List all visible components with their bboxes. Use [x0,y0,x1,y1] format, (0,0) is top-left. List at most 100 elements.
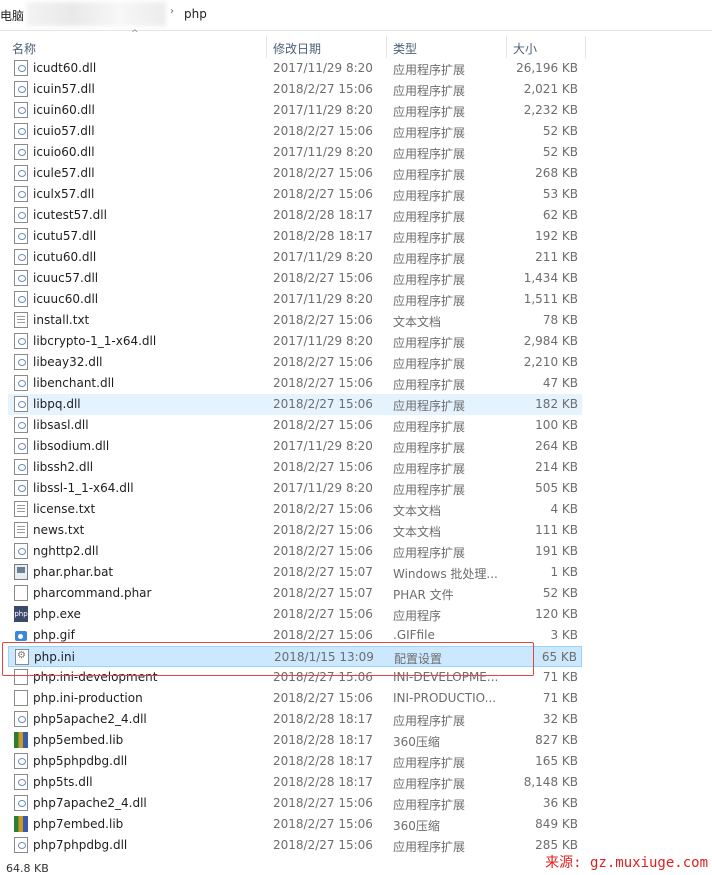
file-row[interactable]: nghttp2.dll 2018/2/27 15:06 应用程序扩展 191 KB [8,541,582,562]
file-name: license.txt [33,502,96,516]
dll-file-icon [14,102,28,118]
file-size: 3 KB [550,628,578,642]
column-type[interactable]: 类型 [393,40,417,57]
file-row[interactable]: libenchant.dll 2018/2/27 15:06 应用程序扩展 47 KB [8,373,582,394]
file-type: INI-PRODUCTIO... [393,691,497,705]
file-row[interactable]: libssh2.dll 2018/2/27 15:06 应用程序扩展 214 KB [8,457,582,478]
file-size: 78 KB [542,313,578,327]
text-file-icon [14,312,28,328]
column-divider[interactable] [585,36,586,58]
file-size: 4 KB [550,502,578,516]
file-type: 应用程序扩展 [393,483,466,497]
file-row[interactable]: icule57.dll 2018/2/27 15:06 应用程序扩展 268 KB [8,163,582,184]
file-name: php5phpdbg.dll [33,754,128,768]
file-type: 应用程序扩展 [393,840,466,854]
file-row[interactable]: php7phpdbg.dll 2018/2/27 15:06 应用程序扩展 285 K… [8,835,582,856]
chevron-right-icon[interactable]: › [170,6,174,17]
file-row[interactable]: icutest57.dll 2018/2/28 18:17 应用程序扩展 62 KB [8,205,582,226]
file-row[interactable]: php7embed.lib 2018/2/27 15:06 360压缩 849 KB [8,814,582,835]
column-name[interactable]: 名称 [12,40,36,57]
file-row[interactable]: install.txt 2018/2/27 15:06 文本文档 78 KB [8,310,582,331]
file-row[interactable]: php5phpdbg.dll 2018/2/28 18:17 应用程序扩展 165 K… [8,751,582,772]
file-type: 应用程序扩展 [393,210,466,224]
file-row[interactable]: phar.phar.bat 2018/2/27 15:07 Windows 批处理.… [8,562,582,583]
file-size: 214 KB [535,460,578,474]
file-date: 2017/11/29 8:20 [273,61,373,75]
file-row[interactable]: php7apache2_4.dll 2018/2/27 15:06 应用程序扩展 36… [8,793,582,814]
file-type: PHAR 文件 [393,588,454,602]
file-row[interactable]: icutu57.dll 2018/2/28 18:17 应用程序扩展 192 KB [8,226,582,247]
file-row[interactable]: icuuc60.dll 2017/11/29 8:20 应用程序扩展 1,511 KB [8,289,582,310]
column-divider[interactable] [386,36,387,58]
file-row[interactable]: icuin60.dll 2017/11/29 8:20 应用程序扩展 2,232 KB [8,100,582,121]
file-row[interactable]: icudt60.dll 2017/11/29 8:20 应用程序扩展 26,196 K… [8,58,582,79]
column-header: 名称 修改日期 类型 大小 [0,36,712,58]
file-size: 268 KB [535,166,578,180]
file-date: 2018/2/27 15:06 [273,376,373,390]
file-row[interactable]: php5embed.lib 2018/2/28 18:17 360压缩 827 KB [8,730,582,751]
text-file-icon [14,501,28,517]
file-row[interactable]: pharcommand.phar 2018/2/27 15:07 PHAR 文件 52… [8,583,582,604]
column-divider[interactable] [266,36,267,58]
address-bar[interactable]: 电脑 › php [0,0,712,31]
file-size: 1 KB [550,565,578,579]
file-row[interactable]: icutu60.dll 2017/11/29 8:20 应用程序扩展 211 KB [8,247,582,268]
column-date[interactable]: 修改日期 [273,40,321,57]
file-date: 2018/2/27 15:06 [273,628,373,642]
file-type: 文本文档 [393,504,442,518]
file-row[interactable]: icuio57.dll 2018/2/27 15:06 应用程序扩展 52 KB [8,121,582,142]
file-date: 2018/2/27 15:06 [273,838,373,852]
file-date: 2018/2/28 18:17 [273,754,373,768]
dll-file-icon [14,711,28,727]
file-row[interactable]: libssl-1_1-x64.dll 2017/11/29 8:20 应用程序扩展 5… [8,478,582,499]
file-name: libsodium.dll [33,439,110,453]
file-name: pharcommand.phar [33,586,152,600]
column-divider[interactable] [506,36,507,58]
file-name: php.exe [33,607,81,621]
file-type: 应用程序扩展 [393,105,466,119]
file-row[interactable]: iculx57.dll 2018/2/27 15:06 应用程序扩展 53 KB [8,184,582,205]
dll-file-icon [14,144,28,160]
file-date: 2017/11/29 8:20 [273,334,373,348]
file-type: 文本文档 [393,315,442,329]
dll-file-icon [14,186,28,202]
dll-file-icon [14,543,28,559]
image-file-icon [14,627,28,643]
file-type: 应用程序扩展 [393,189,466,203]
breadcrumb-this-pc[interactable]: 电脑 [0,7,24,24]
file-row[interactable]: php5ts.dll 2018/2/28 18:17 应用程序扩展 8,148 KB [8,772,582,793]
file-row[interactable]: icuio60.dll 2017/11/29 8:20 应用程序扩展 52 KB [8,142,582,163]
column-size[interactable]: 大小 [513,40,537,57]
file-size: 53 KB [542,187,578,201]
file-size: 2,210 KB [523,355,578,369]
dll-file-icon [14,417,28,433]
file-name: php5embed.lib [33,733,124,747]
file-row[interactable]: php.ini-production 2018/2/27 15:06 INI-PRO… [8,688,582,709]
file-name: php5apache2_4.dll [33,712,147,726]
file-date: 2018/2/27 15:06 [273,523,373,537]
status-selection-size: 64.8 KB [6,862,49,875]
file-row[interactable]: libsodium.dll 2017/11/29 8:20 应用程序扩展 264 KB [8,436,582,457]
file-name: icutu57.dll [33,229,97,243]
file-row[interactable]: icuuc57.dll 2018/2/27 15:06 应用程序扩展 1,434 KB [8,268,582,289]
file-size: 65 KB [541,650,577,664]
file-row[interactable]: libsasl.dll 2018/2/27 15:06 应用程序扩展 100 KB [8,415,582,436]
file-row[interactable]: libeay32.dll 2018/2/27 15:06 应用程序扩展 2,210 K… [8,352,582,373]
file-row[interactable]: libcrypto-1_1-x64.dll 2017/11/29 8:20 应用程序… [8,331,582,352]
dll-file-icon [14,396,28,412]
file-name: nghttp2.dll [33,544,99,558]
file-row[interactable]: php php.exe 2018/2/27 15:06 应用程序 120 KB [8,604,582,625]
file-name: php5ts.dll [33,775,93,789]
file-date: 2018/2/27 15:06 [273,313,373,327]
file-row[interactable]: license.txt 2018/2/27 15:06 文本文档 4 KB [8,499,582,520]
file-date: 2018/2/27 15:06 [273,817,373,831]
file-row[interactable]: libpq.dll 2018/2/27 15:06 应用程序扩展 182 KB [8,394,582,415]
file-type: 应用程序扩展 [393,84,466,98]
breadcrumb-php[interactable]: php [184,7,207,21]
file-type: 文本文档 [393,525,442,539]
file-row[interactable]: icuin57.dll 2018/2/27 15:06 应用程序扩展 2,021 KB [8,79,582,100]
file-size: 120 KB [535,607,578,621]
file-row[interactable]: php5apache2_4.dll 2018/2/28 18:17 应用程序扩展 32… [8,709,582,730]
file-row[interactable]: news.txt 2018/2/27 15:06 文本文档 111 KB [8,520,582,541]
file-date: 2018/2/27 15:06 [273,460,373,474]
